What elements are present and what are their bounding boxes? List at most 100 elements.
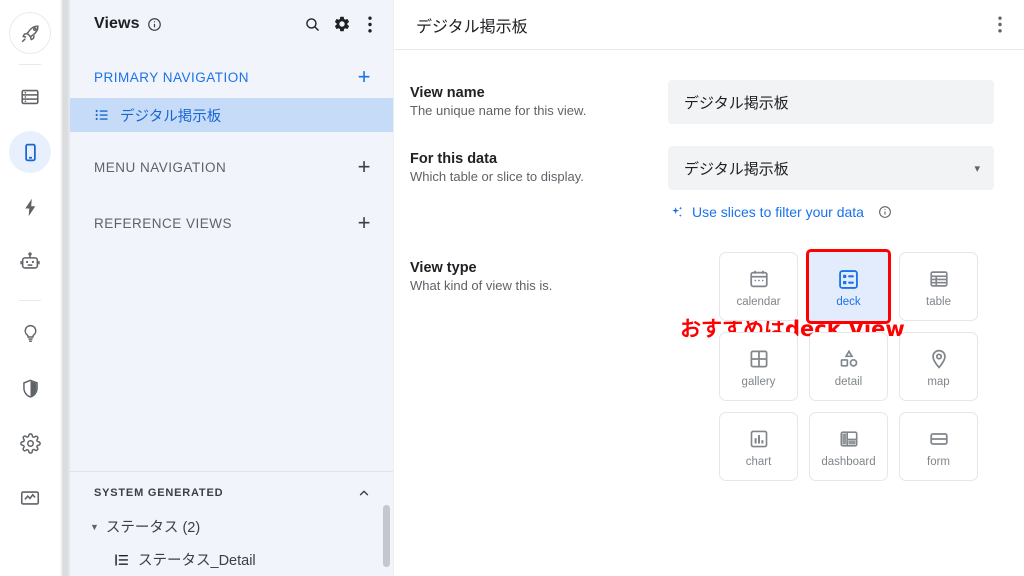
- view-type-label: calendar: [736, 296, 781, 308]
- view-type-label: form: [927, 456, 950, 468]
- view-config-header: デジタル掲示板: [394, 0, 1024, 50]
- chart-icon: [748, 425, 770, 453]
- view-type-option-chart[interactable]: chart: [719, 412, 798, 481]
- mobile-device-icon[interactable]: [9, 131, 51, 173]
- system-generated-section: SYSTEM GENERATED ▼ ステータス (2) ステータス_Detai…: [70, 471, 393, 576]
- field-view-type: View type What kind of view this is. cal…: [410, 249, 994, 481]
- add-reference-views-button[interactable]: +: [358, 212, 371, 234]
- dashboard-icon: [838, 425, 860, 453]
- detail-view-icon: [114, 552, 138, 568]
- rail-divider-top: [19, 64, 41, 65]
- database-icon[interactable]: [9, 76, 51, 118]
- field-title: View name: [410, 85, 485, 101]
- view-type-label: dashboard: [821, 456, 876, 468]
- tree-item-status-detail[interactable]: ステータス_Detail: [70, 543, 393, 576]
- gear-icon[interactable]: [9, 422, 51, 464]
- view-type-option-table[interactable]: table: [899, 252, 978, 321]
- more-vert-icon[interactable]: [990, 16, 1010, 33]
- views-panel-title: Views: [94, 15, 140, 32]
- rail-sidebar-divider: [60, 0, 70, 576]
- view-type-option-map[interactable]: map: [899, 332, 978, 401]
- section-reference-views[interactable]: REFERENCE VIEWS +: [70, 202, 393, 244]
- field-control-col: デジタル掲示板: [668, 80, 994, 124]
- form-icon: [928, 425, 950, 453]
- view-type-label: detail: [834, 376, 863, 388]
- view-type-label: deck: [836, 296, 861, 308]
- map-pin-icon: [928, 345, 950, 373]
- field-subtitle: What kind of view this is.: [410, 278, 553, 293]
- views-sidebar-header: Views: [70, 0, 393, 48]
- use-slices-row[interactable]: Use slices to filter your data: [668, 204, 994, 220]
- rocket-icon[interactable]: [9, 12, 51, 54]
- view-type-option-form[interactable]: form: [899, 412, 978, 481]
- search-icon[interactable]: [299, 11, 325, 37]
- section-label: MENU NAVIGATION: [94, 159, 227, 175]
- field-label-col: For this data Which table or slice to di…: [410, 146, 668, 184]
- monitor-chart-icon[interactable]: [9, 477, 51, 519]
- views-sidebar-body: PRIMARY NAVIGATION + デジタル掲示板 MENU NAVIGA…: [70, 48, 393, 471]
- use-slices-link[interactable]: Use slices to filter your data: [692, 204, 864, 220]
- robot-icon[interactable]: [9, 241, 51, 283]
- gallery-icon: [748, 345, 770, 373]
- view-type-option-dashboard[interactable]: dashboard: [809, 412, 888, 481]
- system-generated-label: SYSTEM GENERATED: [94, 487, 224, 499]
- add-primary-navigation-button[interactable]: +: [358, 66, 371, 88]
- views-sidebar: Views PRIMARY NAVIGATION + デジタル掲示板 MENU …: [70, 0, 393, 576]
- page-title: デジタル掲示板: [416, 18, 528, 36]
- section-label: REFERENCE VIEWS: [94, 215, 233, 231]
- view-type-option-detail[interactable]: detail: [809, 332, 888, 401]
- field-title: For this data: [410, 151, 498, 167]
- view-config-panel: デジタル掲示板 View name The unique name for th…: [393, 0, 1024, 576]
- section-label: PRIMARY NAVIGATION: [94, 69, 250, 85]
- section-menu-navigation[interactable]: MENU NAVIGATION +: [70, 146, 393, 188]
- more-vert-icon[interactable]: [361, 11, 379, 37]
- add-menu-navigation-button[interactable]: +: [358, 156, 371, 178]
- triangle-down-icon[interactable]: ▼: [90, 522, 99, 532]
- tree-group-status[interactable]: ▼ ステータス (2): [70, 510, 393, 543]
- view-name-input[interactable]: デジタル掲示板: [668, 80, 994, 124]
- info-icon[interactable]: [147, 17, 162, 32]
- field-label-col: View name The unique name for this view.: [410, 80, 668, 118]
- view-type-option-deck[interactable]: deck: [806, 249, 891, 324]
- field-subtitle: Which table or slice to display.: [410, 169, 584, 184]
- table-icon: [928, 265, 950, 293]
- sidebar-scrollbar[interactable]: [383, 505, 390, 567]
- shield-icon[interactable]: [9, 367, 51, 409]
- view-type-label: chart: [745, 456, 772, 468]
- view-type-label: gallery: [741, 376, 776, 388]
- rail-divider-bottom: [19, 300, 41, 301]
- view-type-option-calendar[interactable]: calendar: [719, 252, 798, 321]
- detail-icon: [838, 345, 860, 373]
- lightbulb-icon[interactable]: [9, 312, 51, 354]
- appsheet-editor-window: Views PRIMARY NAVIGATION + デジタル掲示板 MENU …: [0, 0, 1024, 576]
- tree-item-label: ステータス_Detail: [138, 553, 256, 569]
- chevron-down-icon[interactable]: ▾: [974, 162, 980, 175]
- view-type-label: map: [927, 376, 950, 388]
- field-title: View type: [410, 260, 477, 276]
- deck-icon: [837, 265, 860, 293]
- for-this-data-select[interactable]: デジタル掲示板 ▾: [668, 146, 994, 190]
- field-control-col: デジタル掲示板 ▾ Use slices to filter your data: [668, 146, 994, 224]
- section-primary-navigation[interactable]: PRIMARY NAVIGATION +: [70, 56, 393, 98]
- view-type-label: table: [926, 296, 951, 308]
- gear-icon[interactable]: [329, 11, 355, 37]
- view-config-body: View name The unique name for this view.…: [394, 50, 1024, 576]
- field-subtitle: The unique name for this view.: [410, 103, 587, 118]
- view-type-grid: calendar deck table gallery detail map c…: [719, 249, 978, 481]
- calendar-icon: [748, 265, 770, 293]
- sidebar-item-digital-board[interactable]: デジタル掲示板: [70, 98, 393, 132]
- selected-value: デジタル掲示板: [684, 160, 789, 178]
- field-view-name: View name The unique name for this view.…: [410, 80, 994, 124]
- tree-group-label: ステータス (2): [105, 520, 201, 536]
- field-label-col: View type What kind of view this is.: [410, 252, 668, 293]
- sparkle-icon: [670, 205, 685, 220]
- field-for-this-data: For this data Which table or slice to di…: [410, 146, 994, 224]
- left-icon-rail: [0, 0, 60, 576]
- sidebar-item-label: デジタル掲示板: [120, 108, 222, 125]
- list-view-icon: [94, 107, 116, 123]
- chevron-up-icon[interactable]: [357, 486, 371, 500]
- system-generated-header[interactable]: SYSTEM GENERATED: [70, 476, 393, 510]
- info-icon[interactable]: [878, 205, 892, 219]
- lightning-bolt-icon[interactable]: [9, 186, 51, 228]
- view-type-option-gallery[interactable]: gallery: [719, 332, 798, 401]
